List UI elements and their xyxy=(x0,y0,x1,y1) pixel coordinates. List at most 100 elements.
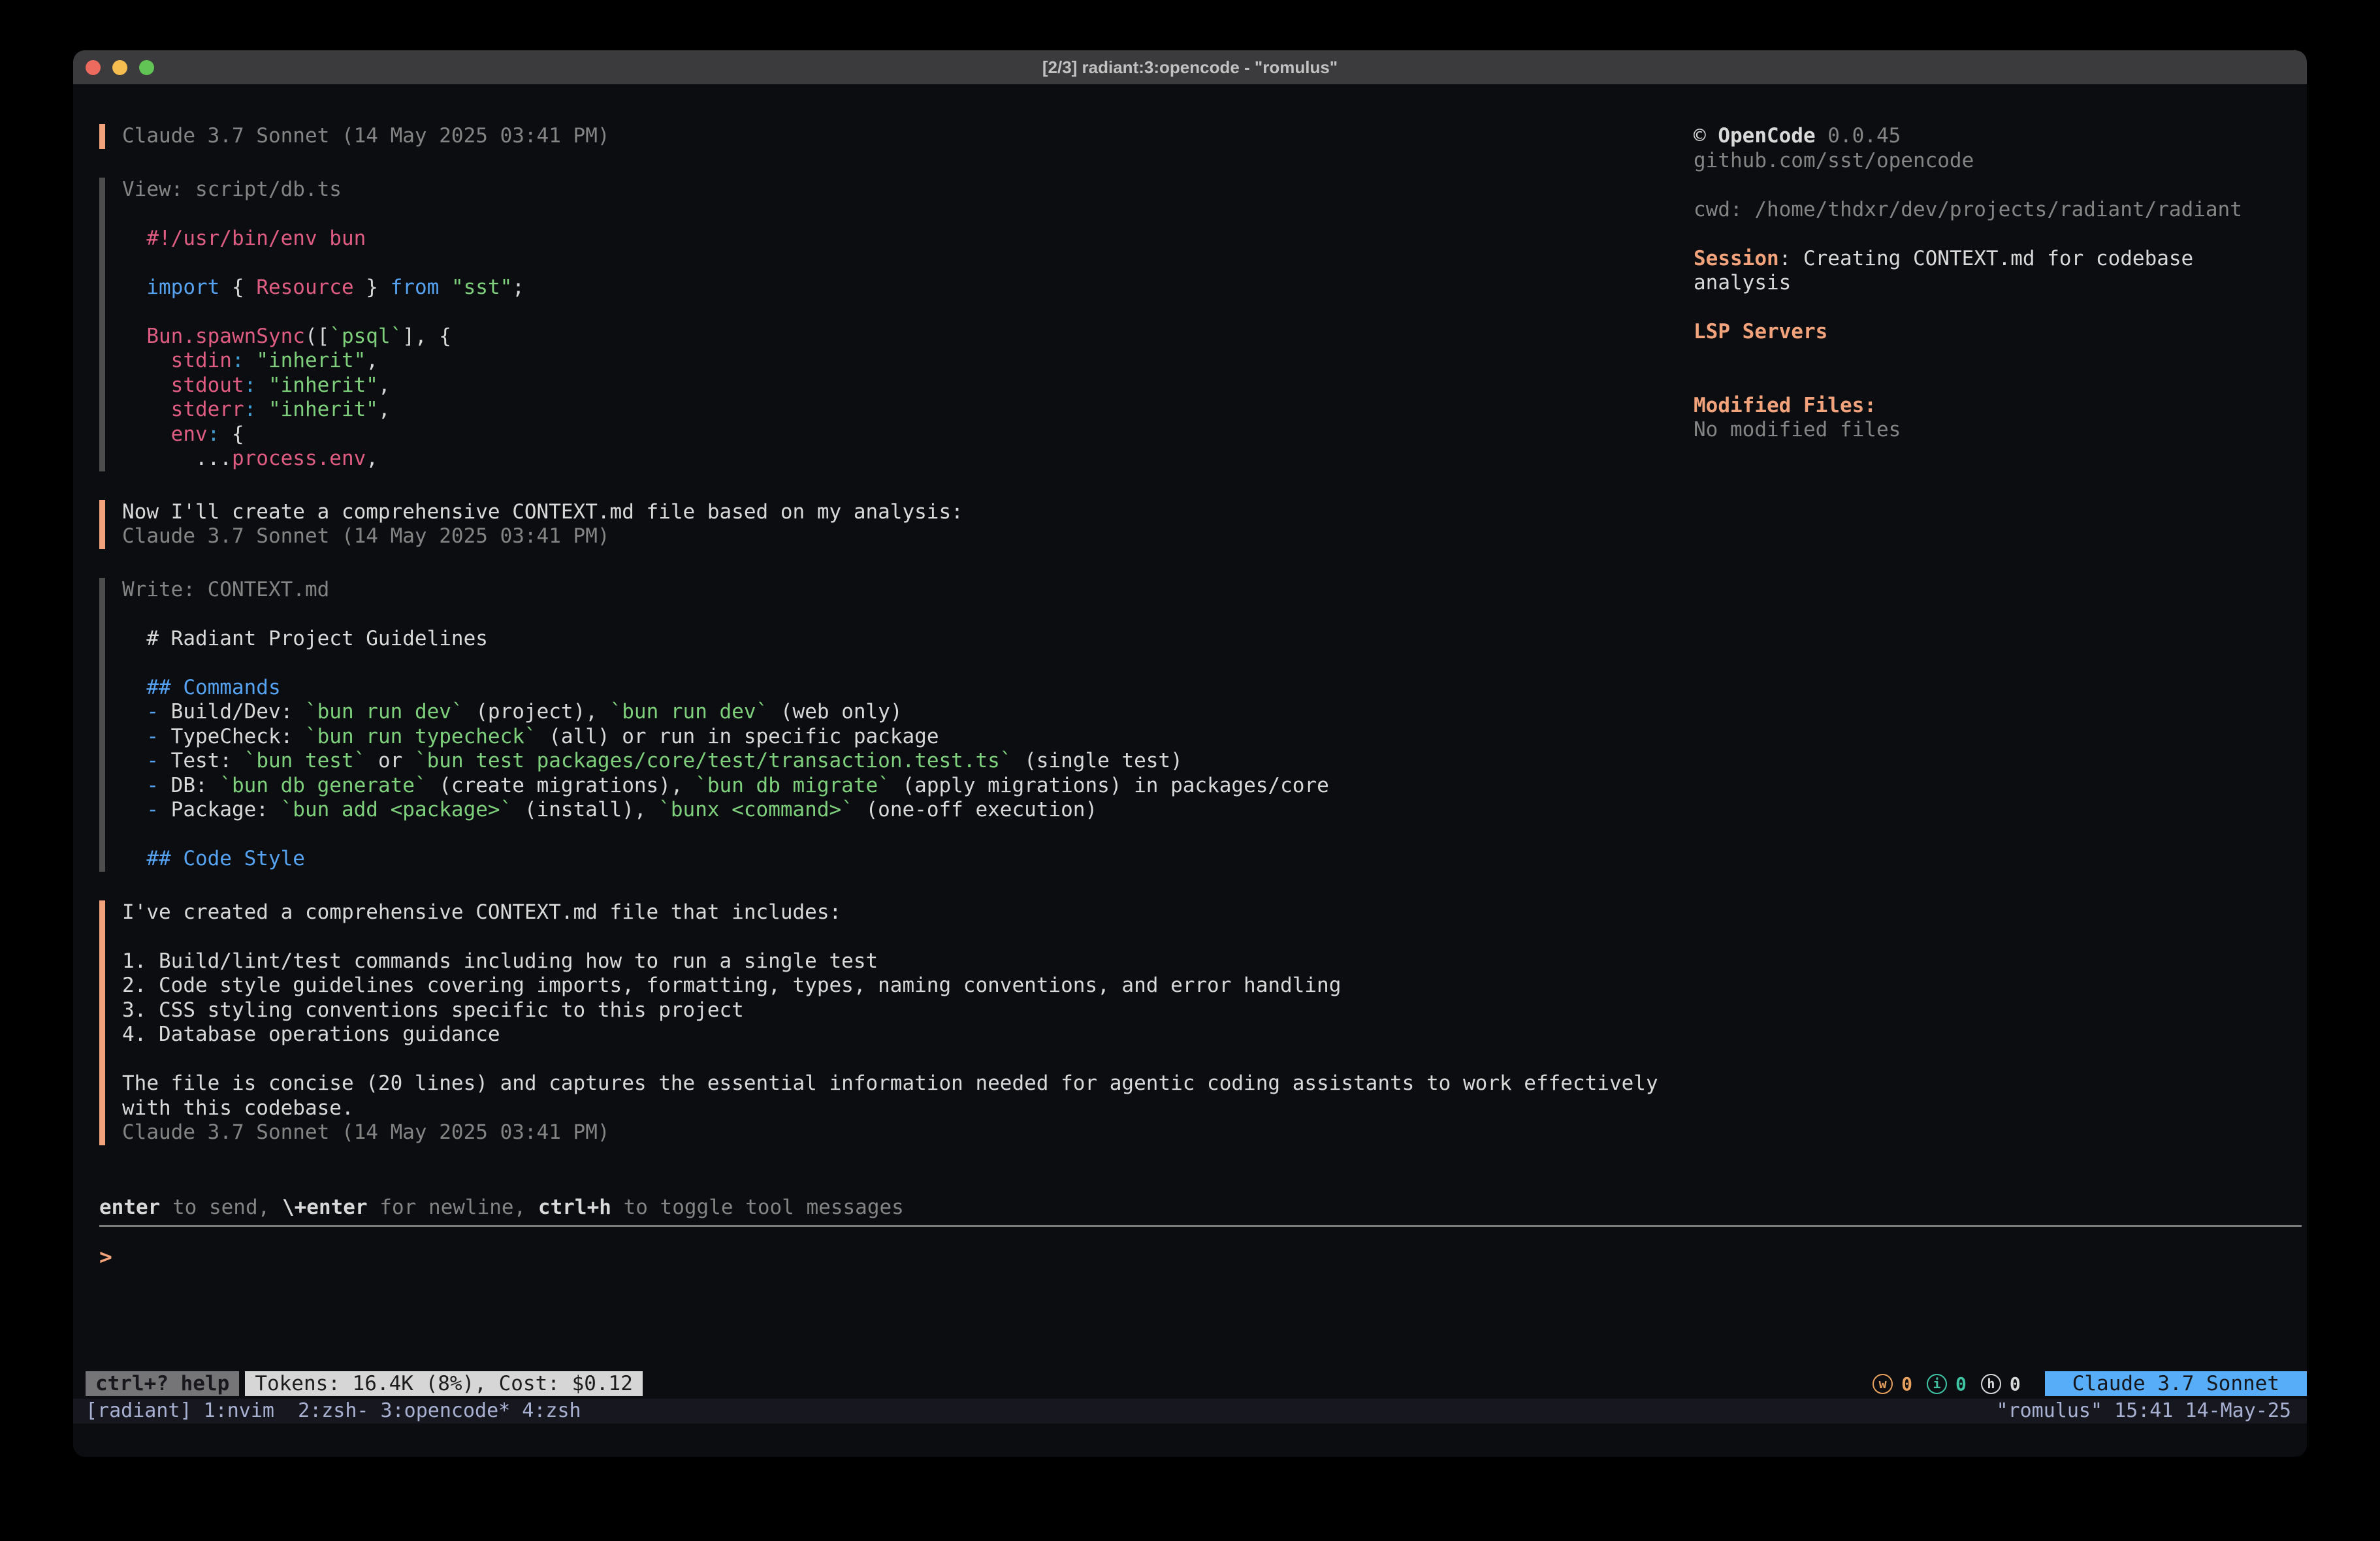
terminal-line xyxy=(122,823,1667,848)
text-span: or xyxy=(366,749,415,772)
window-title: [2/3] radiant:3:opencode - "romulus" xyxy=(73,57,2307,78)
text-span: with this codebase. xyxy=(122,1096,354,1120)
terminal-line: Bun.spawnSync([`psql`], { xyxy=(122,325,1667,349)
text-span: Test: xyxy=(159,749,244,772)
i-count: 0 xyxy=(1955,1373,1967,1395)
terminal-line: 4. Database operations guidance xyxy=(122,1023,1667,1047)
terminal-line: with this codebase. xyxy=(122,1096,1667,1121)
keybinding-help-line: enter to send, \+enter for newline, ctrl… xyxy=(99,1196,904,1220)
text-span: process.env xyxy=(232,447,366,470)
i-circle-icon: i xyxy=(1927,1374,1947,1394)
text-span: import xyxy=(146,276,219,299)
text-span: # Radiant Project Guidelines xyxy=(122,627,488,650)
text-span xyxy=(256,398,268,421)
model-badge: Claude 3.7 Sonnet xyxy=(2045,1371,2307,1396)
text-span: from xyxy=(391,276,440,299)
text-span: I've created a comprehensive CONTEXT.md … xyxy=(122,900,841,924)
terminal-line: Claude 3.7 Sonnet (14 May 2025 03:41 PM) xyxy=(122,1120,1667,1145)
terminal-line: stdout: "inherit", xyxy=(122,373,1667,398)
terminal-line: env: { xyxy=(122,422,1667,447)
text-span: Claude 3.7 Sonnet (14 May 2025 03:41 PM) xyxy=(122,124,610,148)
prompt-symbol: > xyxy=(99,1244,112,1269)
text-span: enter xyxy=(99,1196,160,1219)
text-span: , xyxy=(366,349,378,372)
text-span: ... xyxy=(122,447,232,470)
terminal-window: [2/3] radiant:3:opencode - "romulus" Cla… xyxy=(73,50,2307,1457)
text-span: `bun db generate` xyxy=(219,774,426,797)
text-span: ], { xyxy=(402,325,451,348)
text-span: (single test) xyxy=(1012,749,1182,772)
text-span: to send, xyxy=(160,1196,282,1219)
terminal-line xyxy=(122,300,1667,325)
assistant-message-block: I've created a comprehensive CONTEXT.md … xyxy=(99,900,1667,1145)
text-span: ; xyxy=(512,276,524,299)
text-span xyxy=(244,349,257,372)
terminal-line xyxy=(122,602,1667,627)
terminal-line: - TypeCheck: `bun run typecheck` (all) o… xyxy=(122,725,1667,750)
text-span: { xyxy=(219,276,256,299)
text-span: stdout xyxy=(171,373,244,397)
terminal-line xyxy=(122,925,1667,949)
tmux-window-list[interactable]: [radiant] 1:nvim 2:zsh- 3:opencode* 4:zs… xyxy=(86,1399,581,1423)
text-span: - xyxy=(146,749,159,772)
text-span: TypeCheck: xyxy=(159,725,305,748)
terminal-line xyxy=(1694,222,2301,247)
text-span: ([ xyxy=(305,325,329,348)
text-span: View: script/db.ts xyxy=(122,178,342,201)
prompt-input[interactable]: > xyxy=(99,1245,112,1269)
text-span: } xyxy=(354,276,391,299)
text-span: Bun.spawnSync xyxy=(146,325,305,348)
terminal-line: analysis xyxy=(1694,271,2301,296)
terminal-line: github.com/sst/opencode xyxy=(1694,149,2301,174)
terminal-line xyxy=(1694,173,2301,198)
assistant-message-block: Now I'll create a comprehensive CONTEXT.… xyxy=(99,500,1667,549)
text-span: The file is concise (20 lines) and captu… xyxy=(122,1072,1658,1095)
terminal-line: © OpenCode 0.0.45 xyxy=(1694,124,2301,149)
terminal-line: ## Commands xyxy=(122,676,1667,701)
terminal-line: - Test: `bun test` or `bun test packages… xyxy=(122,749,1667,774)
w-circle-icon: w xyxy=(1873,1374,1893,1394)
terminal-line xyxy=(122,202,1667,227)
text-span: github.com/sst/opencode xyxy=(1694,149,1974,172)
text-span: 3. CSS styling conventions specific to t… xyxy=(122,998,744,1022)
text-span: - xyxy=(146,774,159,797)
text-span xyxy=(122,847,146,870)
text-span xyxy=(122,349,171,372)
text-span: analysis xyxy=(1694,271,1791,294)
text-span xyxy=(122,774,146,797)
text-span: (install), xyxy=(512,798,658,821)
tool-call-block: View: script/db.ts #!/usr/bin/env bun im… xyxy=(99,178,1667,471)
text-span xyxy=(122,749,146,772)
window-titlebar[interactable]: [2/3] radiant:3:opencode - "romulus" xyxy=(73,50,2307,84)
terminal-line: The file is concise (20 lines) and captu… xyxy=(122,1072,1667,1096)
text-span: \+enter xyxy=(282,1196,368,1219)
text-span: `bun run typecheck` xyxy=(305,725,537,748)
text-span: (web only) xyxy=(768,700,902,723)
text-span: : xyxy=(244,373,257,397)
terminal-line: - Build/Dev: `bun run dev` (project), `b… xyxy=(122,700,1667,725)
text-span: 1. Build/lint/test commands including ho… xyxy=(122,949,878,973)
text-span: Session xyxy=(1694,247,1779,270)
text-span: No modified files xyxy=(1694,418,1901,441)
terminal-line: stdin: "inherit", xyxy=(122,349,1667,373)
terminal-line xyxy=(1694,345,2301,370)
help-shortcut-badge: ctrl+? help xyxy=(86,1371,239,1396)
terminal-line xyxy=(122,251,1667,276)
terminal-line: enter to send, \+enter for newline, ctrl… xyxy=(99,1196,904,1220)
text-span xyxy=(256,373,268,397)
text-span: Write: CONTEXT.md xyxy=(122,578,329,601)
text-span: © xyxy=(1694,124,1718,148)
text-span: 4. Database operations guidance xyxy=(122,1023,500,1046)
text-span: - xyxy=(146,700,159,723)
tmux-status-bar: [radiant] 1:nvim 2:zsh- 3:opencode* 4:zs… xyxy=(73,1399,2307,1423)
text-span: `bun add <package>` xyxy=(281,798,513,821)
text-span: 0.0.45 xyxy=(1816,124,1901,148)
text-span: : Creating CONTEXT.md for codebase xyxy=(1779,247,2194,270)
input-divider xyxy=(99,1225,2302,1227)
terminal-line: No modified files xyxy=(1694,418,2301,443)
text-span xyxy=(122,325,146,348)
terminal-line: Write: CONTEXT.md xyxy=(122,578,1667,603)
text-span: "inherit" xyxy=(268,398,378,421)
tool-call-block: Write: CONTEXT.md # Radiant Project Guid… xyxy=(99,578,1667,872)
status-bar: ctrl+? help Tokens: 16.4K (8%), Cost: $0… xyxy=(73,1371,2307,1396)
